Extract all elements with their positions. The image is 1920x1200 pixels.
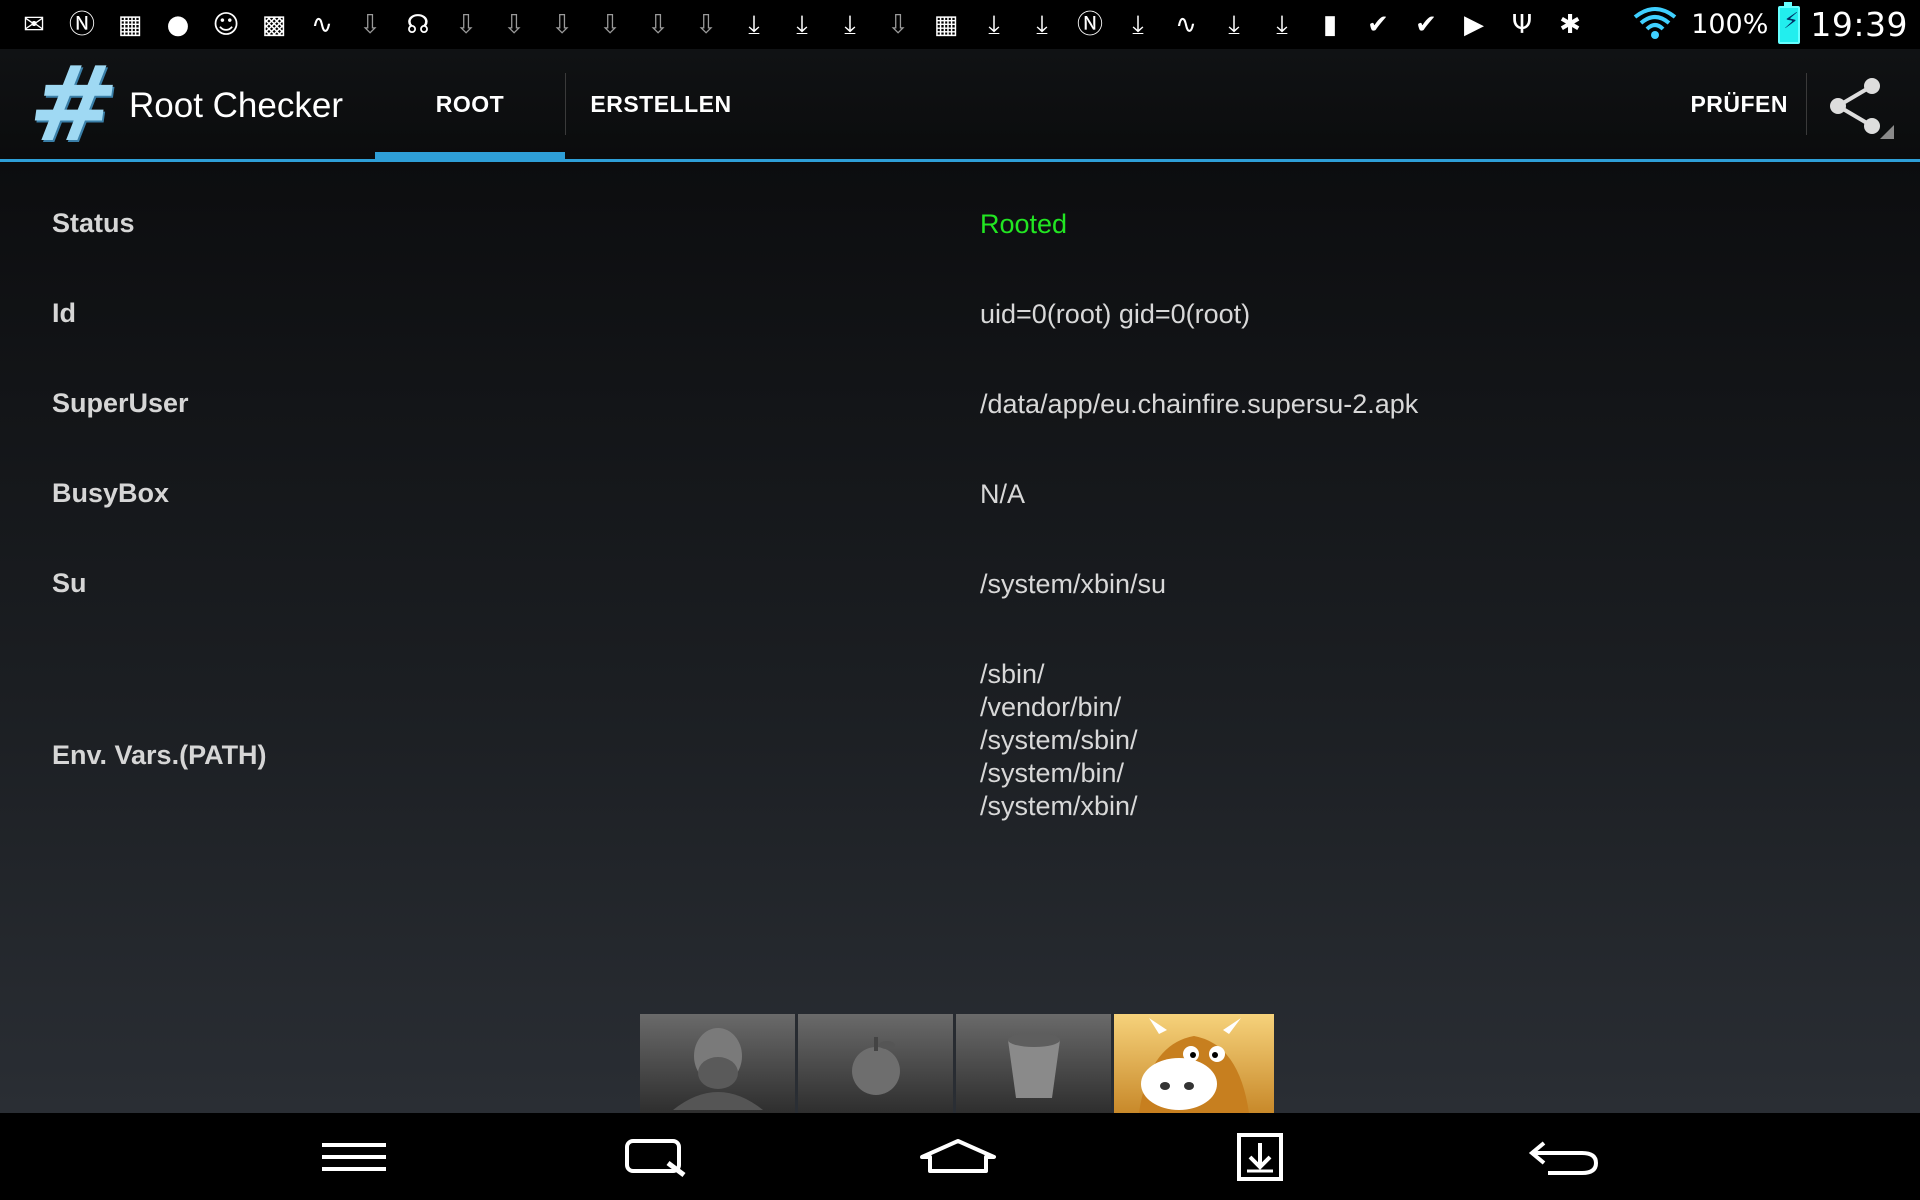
download-icon: ⇩ [647, 9, 669, 40]
bucket-image[interactable] [956, 1014, 1111, 1113]
download-complete-icon: ⤓ [844, 9, 856, 40]
download-icon: ⇩ [503, 9, 525, 40]
n-app-icon: Ⓝ [68, 9, 95, 40]
path-entry: /sbin/ [980, 659, 1045, 689]
battery-percent: 100% [1691, 9, 1769, 40]
notification-icons: ✉ Ⓝ ▦ ● ☺ ▩ ∿ ⇩ ☊ ⇩ ⇩ ⇩ ⇩ ⇩ ⇩ ⤓ ⤓ ⤓ ⇩ ▦ ⤓ ⤓ Ⓝ ⤓ ∿ ⤓ ⤓ ▮ ✔ ✔ ▶ Ψ ✱ [0, 0, 1594, 49]
pruefen-button[interactable]: PRÜFEN [1690, 49, 1788, 159]
menu-icon [322, 1142, 386, 1171]
download-icon: ⇩ [455, 9, 477, 40]
play-store-icon: ▶ [1464, 9, 1484, 40]
desktop-visualizer-icon: ▦ [117, 9, 143, 40]
home-button[interactable] [898, 1113, 1018, 1200]
detail-value: uid=0(root) gid=0(root) [980, 299, 1251, 329]
download-tray-button[interactable] [1200, 1113, 1320, 1200]
path-entry: /system/sbin/ [980, 725, 1138, 755]
action-bar: # Root Checker ROOT ERSTELLEN PRÜFEN [0, 43, 1920, 165]
download-complete-icon: ⤓ [1036, 9, 1048, 40]
root-details-panel: Status Rooted Id uid=0(root) gid=0(root)… [0, 162, 1920, 1113]
root-checker-logo-icon: # [21, 43, 126, 165]
search-icon [625, 1138, 686, 1177]
detail-value: Rooted [980, 209, 1068, 239]
download-complete-icon: ⤓ [748, 9, 760, 40]
desktop-visualizer-icon: ▦ [933, 9, 959, 40]
share-button[interactable] [1818, 71, 1898, 141]
headset-recorder-icon: ☊ [406, 9, 430, 40]
apple-image[interactable] [798, 1014, 953, 1113]
tab-root-label: ROOT [435, 90, 505, 117]
path-entry: /system/bin/ [980, 758, 1125, 788]
piggy-bank-icon: ● [166, 9, 190, 40]
path-entry: /system/xbin/ [980, 791, 1138, 821]
detail-value: /data/app/eu.chainfire.supersu-2.apk [980, 389, 1419, 419]
wifi-icon [1633, 5, 1677, 45]
download-complete-icon: ⤓ [796, 9, 808, 40]
detail-value-path-list: /sbin/ /vendor/bin/ /system/sbin/ /syste… [980, 658, 1138, 823]
usb-icon: Ψ [1511, 9, 1533, 40]
detail-label: Id [52, 298, 76, 328]
grid-app-icon: ▩ [261, 9, 287, 40]
download-icon: ⇩ [359, 9, 381, 40]
android-debug-icon: ✱ [1559, 9, 1581, 40]
download-icon: ⇩ [599, 9, 621, 40]
activity-chart-icon: ∿ [311, 9, 333, 40]
menu-button[interactable] [294, 1113, 414, 1200]
ad-banner[interactable] [640, 1014, 1280, 1113]
overflow-corner-icon [1880, 125, 1894, 139]
tab-root[interactable]: ROOT [375, 49, 565, 162]
action-divider [1806, 73, 1807, 135]
detail-value: N/A [980, 479, 1026, 509]
app-title: Root Checker [129, 86, 343, 125]
download-complete-icon: ⤓ [1276, 9, 1288, 40]
path-entry: /vendor/bin/ [980, 692, 1122, 722]
tab-erstellen-label: ERSTELLEN [590, 90, 732, 117]
download-complete-icon: ⤓ [1228, 9, 1240, 40]
status-bar: ✉ Ⓝ ▦ ● ☺ ▩ ∿ ⇩ ☊ ⇩ ⇩ ⇩ ⇩ ⇩ ⇩ ⤓ ⤓ ⤓ ⇩ ▦ ⤓ ⤓ Ⓝ ⤓ ∿ ⤓ ⤓ ▮ ✔ ✔ ▶ Ψ ✱ 100% ⚡… [0, 0, 1920, 49]
back-button[interactable] [1504, 1113, 1624, 1200]
smiley-icon: ☺ [212, 9, 240, 40]
navigation-bar [0, 1113, 1920, 1200]
cartoon-cow-image[interactable] [1114, 1014, 1274, 1113]
bearded-man-image[interactable] [640, 1014, 795, 1113]
back-icon [1528, 1140, 1599, 1175]
clock: 19:39 [1810, 5, 1908, 44]
shopping-bag-check-icon: ✔ [1367, 9, 1389, 40]
battery-icon: ⚡ [1778, 1, 1801, 44]
svox-message-icon: ✉ [23, 9, 45, 40]
shopping-bag-check-icon: ✔ [1415, 9, 1437, 40]
detail-label: Status [52, 208, 135, 238]
system-indicators: 100% ⚡ 19:39 [1633, 0, 1920, 49]
detail-label: Su [52, 568, 87, 598]
download-icon: ⇩ [887, 9, 909, 40]
download-icon: ⇩ [695, 9, 717, 40]
detail-label: Env. Vars.(PATH) [52, 740, 267, 770]
detail-label: BusyBox [52, 478, 170, 508]
tab-erstellen[interactable]: ERSTELLEN [566, 49, 756, 159]
download-complete-icon: ⤓ [988, 9, 1000, 40]
search-button[interactable] [596, 1113, 716, 1200]
download-complete-icon: ⤓ [1132, 9, 1144, 40]
detail-value: /system/xbin/su [980, 569, 1167, 599]
download-tray-icon [1237, 1132, 1283, 1181]
download-icon: ⇩ [551, 9, 573, 40]
battery-100-icon: ▮ [1322, 9, 1338, 40]
detail-label: SuperUser [52, 388, 189, 418]
n-app-icon: Ⓝ [1076, 9, 1103, 40]
selected-tab-indicator [375, 152, 565, 162]
activity-chart-icon: ∿ [1175, 9, 1197, 40]
home-icon [920, 1138, 996, 1173]
